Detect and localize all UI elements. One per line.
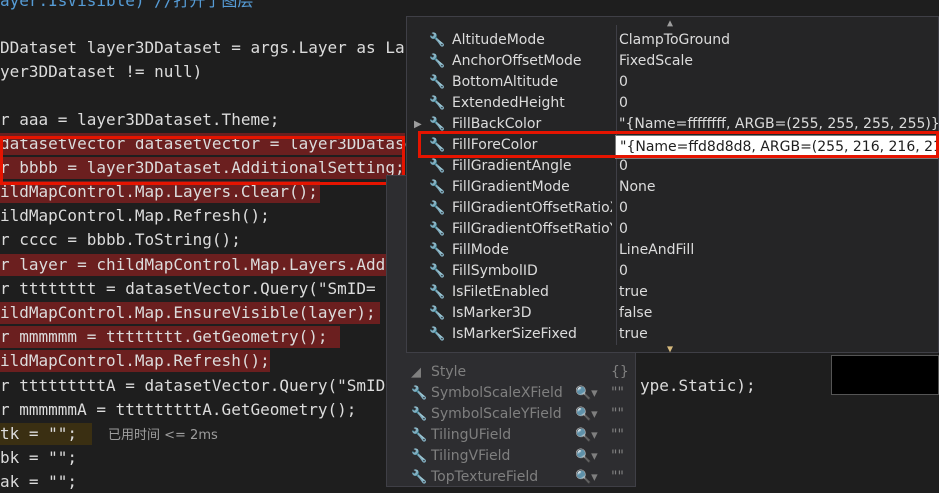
scroll-down-icon[interactable]: ▼: [667, 344, 673, 355]
code-line: r aaa = layer3DDataset.Theme;: [0, 110, 280, 129]
wrench-icon: 🔧: [429, 54, 446, 69]
code-line: r mmmmmmA = tttttttttA.GetGeometry();: [0, 400, 357, 419]
wrench-icon: 🔧: [429, 117, 446, 132]
code-line: r tttttttt = datasetVector.Query("SmID=: [0, 279, 376, 298]
code-line-tail: ype.Static);: [640, 376, 756, 395]
property-row[interactable]: 🔧 FillGradientOffsetRatioX 0: [407, 198, 938, 219]
property-row[interactable]: 🔧 FillGradientOffsetRatioY 0: [407, 219, 938, 240]
search-icon: 🔍▾: [575, 428, 598, 443]
property-row[interactable]: 🔧 FillSymbolID 0: [407, 261, 938, 282]
search-icon: 🔍▾: [575, 386, 598, 401]
property-row[interactable]: 🔧 IsMarker3D false: [407, 303, 938, 324]
wrench-icon: 🔧: [429, 180, 446, 195]
highlight-box-code: [0, 136, 405, 185]
expand-icon: ◢: [411, 365, 421, 380]
wrench-icon: 🔧: [411, 407, 428, 422]
wrench-icon: 🔧: [429, 285, 446, 300]
code-line: ayer.IsVisible) //打开了图层: [0, 0, 254, 10]
wrench-icon: 🔧: [429, 96, 446, 111]
wrench-icon: 🔧: [411, 386, 428, 401]
field-row[interactable]: 🔧 TilingVField 🔍▾ "": [387, 446, 635, 467]
property-row[interactable]: 🔧 AnchorOffsetMode FixedScale: [407, 51, 938, 72]
current-line: tk = "";: [0, 423, 92, 445]
code-line: DDataset layer3DDataset = args.Layer as …: [0, 38, 405, 57]
wrench-icon: 🔧: [411, 449, 428, 464]
code-line-breakpoint: ildMapControl.Map.EnsureVisible(layer);: [0, 302, 380, 324]
timing-label: 已用时间 <= 2ms: [108, 428, 218, 443]
field-row[interactable]: 🔧 SymbolScaleXField 🔍▾ "": [387, 383, 635, 404]
field-row[interactable]: 🔧 TilingUField 🔍▾ "": [387, 425, 635, 446]
field-row[interactable]: 🔧 SymbolScaleYField 🔍▾ "": [387, 404, 635, 425]
wrench-icon: 🔧: [411, 428, 428, 443]
wrench-icon: 🔧: [429, 33, 446, 48]
property-row[interactable]: 🔧 FillGradientAngle 0: [407, 156, 938, 177]
wrench-icon: 🔧: [429, 306, 446, 321]
property-row[interactable]: 🔧 BottomAltitude 0: [407, 72, 938, 93]
field-row[interactable]: ◢ Style{}: [387, 362, 635, 383]
code-line: ak = "";: [0, 472, 78, 491]
code-line: yer3DDataset != null): [0, 62, 203, 81]
property-datatip: ▲ 🔧 AltitudeMode ClampToGround 🔧 AnchorOffs…: [406, 16, 939, 355]
field-row[interactable]: 🔧 TopTextureField 🔍▾ "": [387, 467, 635, 488]
code-line-breakpoint: r layer = childMapControl.Map.Layers.Add: [0, 254, 386, 276]
scroll-up-icon[interactable]: ▲: [667, 18, 673, 29]
code-line-breakpoint: ildMapControl.Map.Refresh();: [0, 350, 270, 372]
search-icon: 🔍▾: [575, 470, 598, 485]
property-row[interactable]: 🔧 ExtendedHeight 0: [407, 93, 938, 114]
wrench-icon: 🔧: [429, 159, 446, 174]
search-icon: 🔍▾: [575, 407, 598, 422]
code-line: r cccc = bbbb.ToString();: [0, 230, 241, 249]
wrench-icon: 🔧: [429, 327, 446, 342]
wrench-icon: 🔧: [411, 470, 428, 485]
wrench-icon: 🔧: [429, 243, 446, 258]
wrench-icon: 🔧: [429, 264, 446, 279]
property-row[interactable]: 🔧 IsFiletEnabled true: [407, 282, 938, 303]
code-line: bk = "";: [0, 448, 78, 467]
code-line: ildMapControl.Map.Refresh();: [0, 206, 270, 225]
wrench-icon: 🔧: [429, 75, 446, 90]
property-row[interactable]: 🔧 AltitudeMode ClampToGround: [407, 30, 938, 51]
search-icon: 🔍▾: [575, 449, 598, 464]
highlight-box-property: [418, 131, 939, 158]
property-row[interactable]: 🔧 FillMode LineAndFill: [407, 240, 938, 261]
code-line-breakpoint: r mmmmmm = tttttttt.GetGeometry();: [0, 326, 340, 348]
property-row[interactable]: 🔧 IsMarkerSizeFixed true: [407, 324, 938, 345]
property-row[interactable]: 🔧 FillGradientMode None: [407, 177, 938, 198]
code-line: r tttttttttA = datasetVector.Query("SmID: [0, 376, 386, 395]
wrench-icon: 🔧: [429, 222, 446, 237]
dark-box: [831, 355, 939, 395]
wrench-icon: 🔧: [429, 201, 446, 216]
